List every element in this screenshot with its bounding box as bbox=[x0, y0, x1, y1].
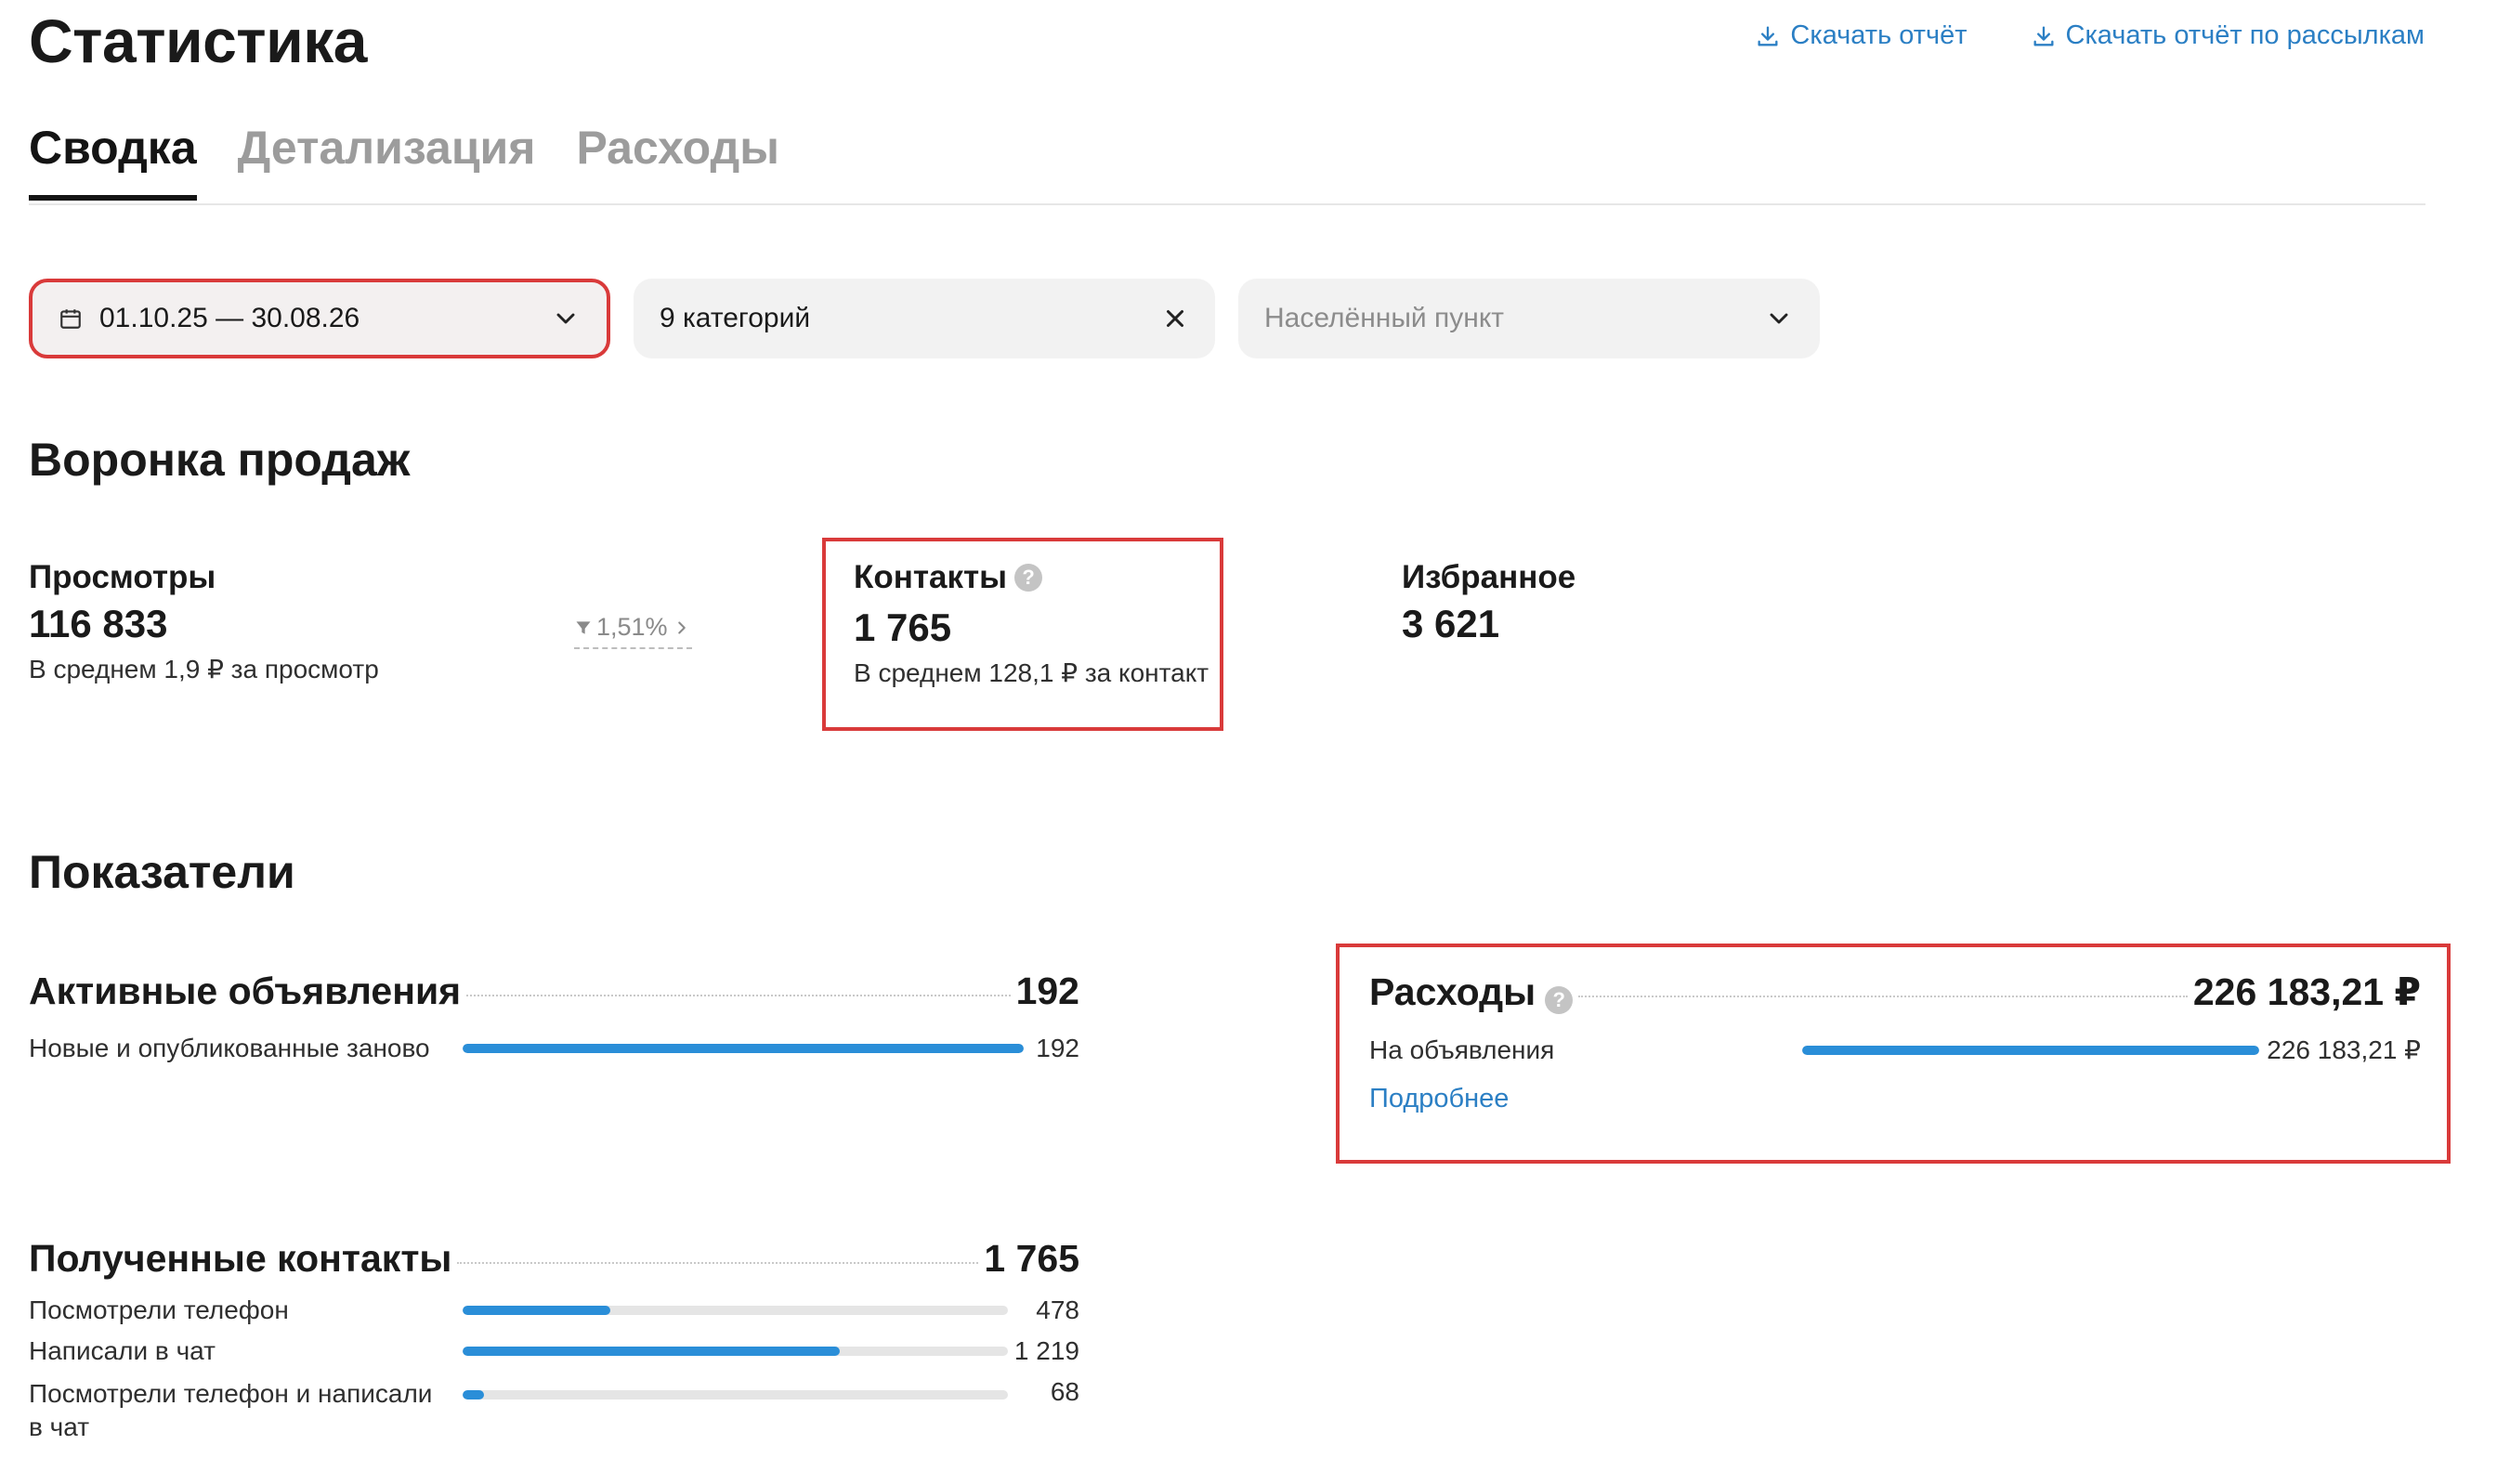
category-select[interactable]: 9 категорий bbox=[634, 279, 1215, 358]
funnel-favorites: Избранное 3 621 bbox=[1402, 559, 1575, 646]
download-report-label: Скачать отчёт bbox=[1790, 20, 1968, 50]
expenses-row-label: На объявления bbox=[1369, 1035, 1555, 1064]
download-report-link[interactable]: Скачать отчёт bbox=[1755, 20, 1968, 51]
dotted-leader bbox=[1578, 996, 2188, 997]
favorites-value: 3 621 bbox=[1402, 602, 1500, 645]
tab-summary[interactable]: Сводка bbox=[29, 119, 197, 201]
row-label: Посмотрели телефон bbox=[29, 1295, 289, 1324]
row-label: Написали в чат bbox=[29, 1336, 216, 1365]
tab-expenses[interactable]: Расходы bbox=[576, 119, 779, 201]
download-icon bbox=[2033, 26, 2054, 46]
list-item: Посмотрели телефон и написали в чат 68 bbox=[29, 1377, 1079, 1444]
expenses-title: Расходы bbox=[1369, 970, 1536, 1013]
category-value: 9 категорий bbox=[660, 303, 811, 333]
row-bar bbox=[463, 1390, 1008, 1399]
help-icon[interactable]: ? bbox=[1545, 986, 1574, 1014]
list-item: Написали в чат 1 219 bbox=[29, 1336, 1079, 1366]
row-value: 478 bbox=[1036, 1295, 1079, 1324]
chevron-down-icon bbox=[1770, 313, 1788, 324]
city-select[interactable]: Населённый пункт bbox=[1238, 279, 1820, 358]
download-mailing-report-link[interactable]: Скачать отчёт по рассылкам bbox=[2031, 20, 2425, 51]
active-ads-title: Активные объявления bbox=[29, 970, 462, 1012]
views-value: 116 833 bbox=[29, 602, 168, 645]
active-ads-bar bbox=[463, 1044, 1024, 1053]
tabs: Сводка Детализация Расходы bbox=[29, 119, 779, 201]
bar-fill bbox=[463, 1390, 484, 1399]
contacts-received-total: 1 765 bbox=[984, 1237, 1079, 1280]
contacts-sub: В среднем 128,1 ₽ за контакт bbox=[854, 658, 1209, 687]
contacts-received-block: Полученные контакты 1 765 Посмотрели тел… bbox=[29, 1237, 1079, 1444]
close-icon[interactable] bbox=[1161, 305, 1189, 332]
contacts-received-title: Полученные контакты bbox=[29, 1237, 452, 1280]
contacts-value: 1 765 bbox=[854, 605, 952, 649]
bar-fill bbox=[463, 1044, 1024, 1053]
conversion-value: 1,51% bbox=[596, 613, 668, 641]
date-range-value: 01.10.25 — 30.08.26 bbox=[99, 303, 360, 333]
bar-fill bbox=[463, 1347, 840, 1356]
date-range-select[interactable]: 01.10.25 — 30.08.26 bbox=[29, 279, 610, 358]
expenses-block: Расходы ? 226 183,21 ₽ На объявления 226… bbox=[1369, 970, 2421, 1114]
expenses-row-value: 226 183,21 ₽ bbox=[2267, 1035, 2421, 1064]
favorites-label: Избранное bbox=[1402, 559, 1576, 595]
conversion-link[interactable]: 1,51% bbox=[574, 613, 692, 649]
indicators-title: Показатели bbox=[29, 846, 295, 898]
contacts-label-row: Контакты ? bbox=[854, 559, 1209, 596]
views-label: Просмотры bbox=[29, 559, 216, 595]
download-mailing-report-label: Скачать отчёт по рассылкам bbox=[2065, 20, 2425, 50]
more-link[interactable]: Подробнее bbox=[1369, 1084, 2421, 1114]
expenses-bar bbox=[1802, 1045, 2259, 1055]
bar-fill bbox=[463, 1306, 611, 1315]
row-label: Посмотрели телефон и написали в чат bbox=[29, 1379, 433, 1441]
help-icon[interactable]: ? bbox=[1014, 564, 1043, 592]
active-ads-block: Активные объявления 192 Новые и опублико… bbox=[29, 970, 1079, 1063]
expenses-total: 226 183,21 ₽ bbox=[2192, 970, 2421, 1013]
funnel-views: Просмотры 116 833 В среднем 1,9 ₽ за про… bbox=[29, 559, 379, 684]
page-title: Статистика bbox=[29, 7, 367, 75]
chevron-right-icon bbox=[677, 620, 686, 634]
bar-fill bbox=[1802, 1045, 2259, 1055]
funnel-icon bbox=[576, 620, 591, 634]
funnel-title: Воронка продаж bbox=[29, 434, 411, 486]
dotted-leader bbox=[466, 995, 1011, 996]
row-value: 1 219 bbox=[1013, 1336, 1079, 1365]
row-value: 68 bbox=[1050, 1377, 1079, 1406]
active-ads-total: 192 bbox=[1015, 970, 1079, 1012]
city-placeholder: Населённый пункт bbox=[1264, 303, 1505, 333]
contacts-label: Контакты bbox=[854, 559, 1008, 595]
tab-details[interactable]: Детализация bbox=[238, 119, 536, 201]
dotted-leader bbox=[457, 1262, 979, 1264]
list-item: Посмотрели телефон 478 bbox=[29, 1295, 1079, 1325]
active-ads-row-label: Новые и опубликованные заново bbox=[29, 1034, 430, 1062]
row-bar bbox=[463, 1347, 1008, 1356]
header-links: Скачать отчёт Скачать отчёт по рассылкам bbox=[1755, 20, 2425, 51]
views-sub: В среднем 1,9 ₽ за просмотр bbox=[29, 655, 379, 683]
chevron-down-icon bbox=[556, 313, 575, 324]
row-bar bbox=[463, 1306, 1008, 1315]
download-icon bbox=[1758, 26, 1778, 46]
calendar-icon bbox=[60, 309, 81, 329]
funnel-contacts: Контакты ? 1 765 В среднем 128,1 ₽ за ко… bbox=[854, 559, 1209, 688]
active-ads-row-value: 192 bbox=[1036, 1034, 1079, 1062]
tabs-divider bbox=[29, 203, 2425, 205]
